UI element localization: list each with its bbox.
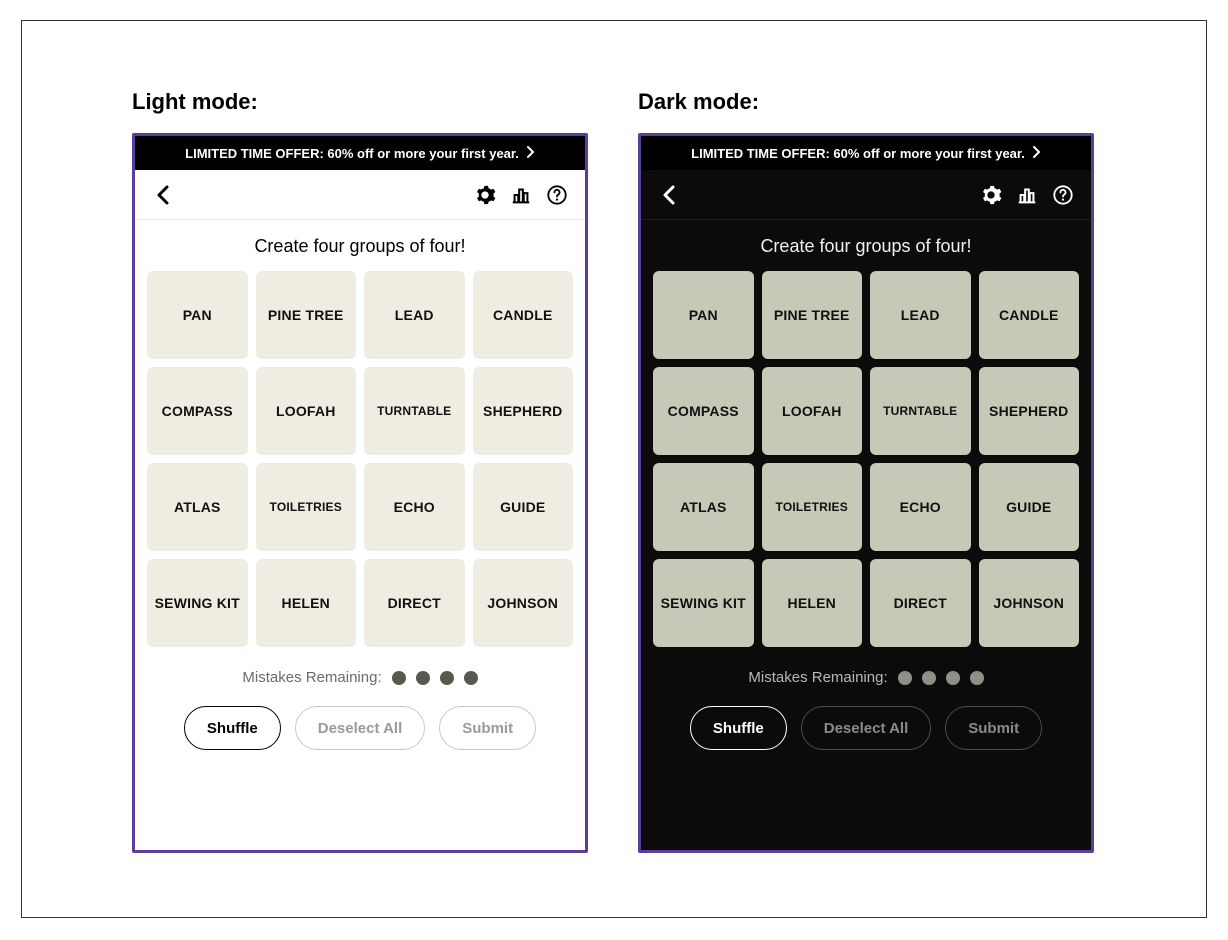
help-icon (546, 184, 568, 206)
word-tile[interactable]: PAN (653, 271, 754, 359)
shuffle-button[interactable]: Shuffle (184, 706, 281, 750)
promo-banner[interactable]: LIMITED TIME OFFER: 60% off or more your… (135, 136, 585, 170)
dark-mode-label: Dark mode: (638, 89, 1094, 115)
word-tile[interactable]: SEWING KIT (653, 559, 754, 647)
mistake-dot (922, 671, 936, 685)
settings-button[interactable] (973, 177, 1009, 213)
help-button[interactable] (539, 177, 575, 213)
mistakes-row: Mistakes Remaining: (641, 647, 1091, 700)
chevron-left-icon (662, 185, 676, 205)
mistakes-dots (898, 671, 984, 685)
mistake-dot (898, 671, 912, 685)
word-tile[interactable]: CANDLE (473, 271, 574, 359)
word-tile[interactable]: PINE TREE (762, 271, 863, 359)
word-tile[interactable]: HELEN (762, 559, 863, 647)
word-tile[interactable]: LOOFAH (762, 367, 863, 455)
app-bar (135, 170, 585, 220)
mistake-dot (946, 671, 960, 685)
tile-grid: PANPINE TREELEADCANDLE COMPASSLOOFAHTURNT… (135, 271, 585, 647)
bar-chart-icon (510, 184, 532, 206)
back-button[interactable] (651, 177, 687, 213)
phone-dark: LIMITED TIME OFFER: 60% off or more your… (638, 133, 1094, 853)
chevron-left-icon (156, 185, 170, 205)
word-tile[interactable]: ECHO (870, 463, 971, 551)
mistake-dot (464, 671, 478, 685)
submit-button[interactable]: Submit (439, 706, 536, 750)
mistakes-row: Mistakes Remaining: (135, 647, 585, 700)
mistake-dot (392, 671, 406, 685)
word-tile[interactable]: GUIDE (473, 463, 574, 551)
word-tile[interactable]: DIRECT (364, 559, 465, 647)
phone-light: LIMITED TIME OFFER: 60% off or more your… (132, 133, 588, 853)
page-frame: Light mode: LIMITED TIME OFFER: 60% off … (21, 20, 1207, 918)
back-button[interactable] (145, 177, 181, 213)
word-tile[interactable]: LEAD (364, 271, 465, 359)
word-tile[interactable]: JOHNSON (473, 559, 574, 647)
stats-button[interactable] (1009, 177, 1045, 213)
mistake-dot (416, 671, 430, 685)
deselect-button[interactable]: Deselect All (295, 706, 426, 750)
word-tile[interactable]: ATLAS (653, 463, 754, 551)
word-tile[interactable]: SHEPHERD (979, 367, 1080, 455)
word-tile[interactable]: TURNTABLE (870, 367, 971, 455)
mistakes-dots (392, 671, 478, 685)
light-mode-label: Light mode: (132, 89, 588, 115)
word-tile[interactable]: CANDLE (979, 271, 1080, 359)
deselect-button[interactable]: Deselect All (801, 706, 932, 750)
action-row: Shuffle Deselect All Submit (641, 700, 1091, 768)
promo-text: LIMITED TIME OFFER: 60% off or more your… (185, 146, 519, 161)
stats-button[interactable] (503, 177, 539, 213)
word-tile[interactable]: SHEPHERD (473, 367, 574, 455)
word-tile[interactable]: PINE TREE (256, 271, 357, 359)
word-tile[interactable]: JOHNSON (979, 559, 1080, 647)
word-tile[interactable]: TOILETRIES (256, 463, 357, 551)
mistakes-label: Mistakes Remaining: (242, 669, 381, 686)
word-tile[interactable]: TURNTABLE (364, 367, 465, 455)
instructions-text: Create four groups of four! (641, 220, 1091, 271)
submit-button[interactable]: Submit (945, 706, 1042, 750)
mistakes-label: Mistakes Remaining: (748, 669, 887, 686)
tile-grid: PANPINE TREELEADCANDLE COMPASSLOOFAHTURNT… (641, 271, 1091, 647)
word-tile[interactable]: LEAD (870, 271, 971, 359)
gear-icon (980, 184, 1002, 206)
dark-mode-column: Dark mode: LIMITED TIME OFFER: 60% off o… (638, 89, 1094, 853)
light-mode-column: Light mode: LIMITED TIME OFFER: 60% off … (132, 89, 588, 853)
shuffle-button[interactable]: Shuffle (690, 706, 787, 750)
bar-chart-icon (1016, 184, 1038, 206)
word-tile[interactable]: HELEN (256, 559, 357, 647)
word-tile[interactable]: ATLAS (147, 463, 248, 551)
word-tile[interactable]: COMPASS (653, 367, 754, 455)
word-tile[interactable]: GUIDE (979, 463, 1080, 551)
promo-text: LIMITED TIME OFFER: 60% off or more your… (691, 146, 1025, 161)
word-tile[interactable]: TOILETRIES (762, 463, 863, 551)
word-tile[interactable]: PAN (147, 271, 248, 359)
word-tile[interactable]: ECHO (364, 463, 465, 551)
gear-icon (474, 184, 496, 206)
app-bar (641, 170, 1091, 220)
word-tile[interactable]: DIRECT (870, 559, 971, 647)
help-button[interactable] (1045, 177, 1081, 213)
mistake-dot (440, 671, 454, 685)
mistake-dot (970, 671, 984, 685)
action-row: Shuffle Deselect All Submit (135, 700, 585, 768)
word-tile[interactable]: COMPASS (147, 367, 248, 455)
settings-button[interactable] (467, 177, 503, 213)
promo-banner[interactable]: LIMITED TIME OFFER: 60% off or more your… (641, 136, 1091, 170)
word-tile[interactable]: LOOFAH (256, 367, 357, 455)
word-tile[interactable]: SEWING KIT (147, 559, 248, 647)
instructions-text: Create four groups of four! (135, 220, 585, 271)
chevron-right-icon (527, 146, 535, 160)
chevron-right-icon (1033, 146, 1041, 160)
help-icon (1052, 184, 1074, 206)
